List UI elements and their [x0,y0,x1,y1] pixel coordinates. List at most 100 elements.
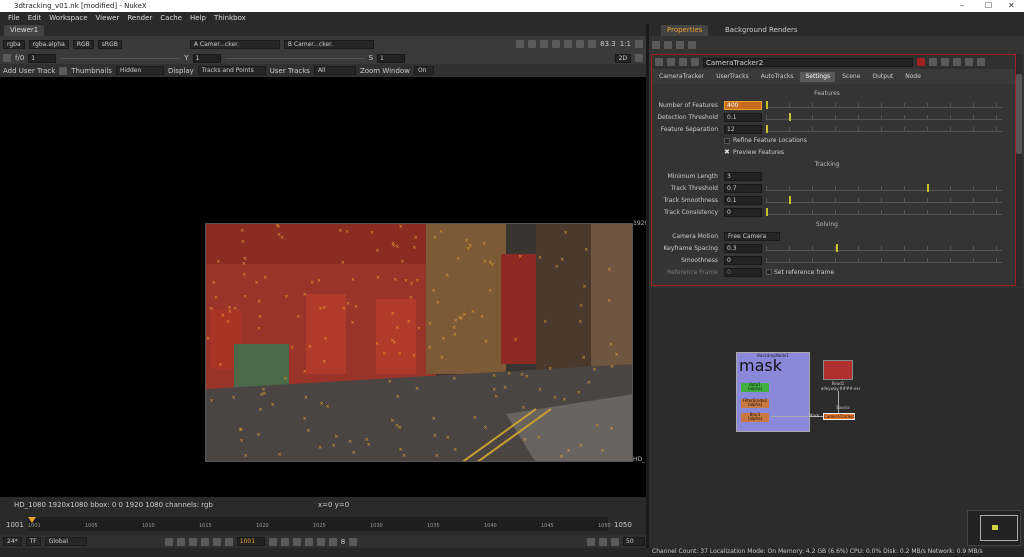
blur-node[interactable]: Blur3 (alpha) [741,413,769,422]
gain-input[interactable]: 1 [28,53,57,63]
keyframe-input[interactable]: 0.3 [724,244,762,253]
tracking-field-slider[interactable] [766,208,1002,216]
tab-cameratracker[interactable]: CameraTracker [654,72,710,82]
tab-autotracks[interactable]: AutoTracks [755,72,799,82]
play-back-icon[interactable] [224,537,233,546]
collapse-icon[interactable] [655,58,663,66]
pause-icon[interactable] [588,40,597,48]
properties-scrollbar[interactable] [1016,54,1022,286]
tracking-field-slider-knob[interactable] [927,184,929,192]
cameratracker-node[interactable]: CameraTracker2 [823,413,857,420]
tab-settings[interactable]: Settings [800,72,836,82]
in-point-icon[interactable] [176,537,185,546]
node-graph-minimap[interactable] [967,510,1021,546]
menu-edit[interactable]: Edit [28,12,42,24]
mask-icon[interactable] [679,58,687,66]
zoom-value[interactable]: 83.3 [600,40,616,48]
roto-node[interactable]: Roto1 (alpha) [741,383,769,392]
tracking-field-input[interactable]: 0.1 [724,196,762,205]
clip-icon[interactable] [528,40,537,48]
tab-background-renders[interactable]: Background Renders [719,25,804,36]
close-icon[interactable]: ✕ [1008,0,1015,12]
redo-icon[interactable] [953,58,961,66]
lock-icon[interactable] [611,537,619,546]
prev-frame-icon[interactable] [212,537,221,546]
feature-field-slider-knob[interactable] [789,113,791,121]
fps-select[interactable]: 24* [3,537,22,546]
tab-node[interactable]: Node [900,72,926,82]
view-mode-select[interactable]: 2D [614,53,631,63]
fit-icon[interactable] [635,40,643,48]
feature-field-slider[interactable] [766,101,1002,109]
next-key-icon[interactable] [292,537,301,546]
menu-workspace[interactable]: Workspace [49,12,87,24]
close-all-icon[interactable] [676,41,684,49]
gamma-input[interactable]: 1 [192,53,221,63]
roi-icon[interactable] [516,40,525,48]
max-panels-icon[interactable] [652,41,660,49]
settings-icon[interactable] [691,58,699,66]
last-frame-icon[interactable] [304,537,313,546]
revert-icon[interactable] [929,58,937,66]
refine-checkbox[interactable] [724,138,730,144]
menu-viewer[interactable]: Viewer [96,12,120,24]
increment-input[interactable]: 50 [623,537,645,546]
input-a-select[interactable]: A Camer...cker. [189,39,280,49]
frame-input[interactable]: 1001 [236,537,265,546]
help-icon[interactable] [667,58,675,66]
color-swatch-icon[interactable] [917,58,925,66]
tracking-field-slider-knob[interactable] [789,196,791,204]
channels-select[interactable]: rgba [3,39,25,49]
input-b-select[interactable]: B Camer...cker. [283,39,374,49]
step-fwd-icon[interactable] [349,537,358,546]
menu-cache[interactable]: Cache [160,12,182,24]
float-icon[interactable] [965,58,973,66]
set-ref-checkbox[interactable] [766,269,772,275]
user-tracks-select[interactable]: All [313,66,356,75]
smoothness-slider[interactable] [766,258,1002,263]
prev-key-icon[interactable] [200,537,209,546]
refresh-icon[interactable] [564,40,573,48]
wipe-icon[interactable] [540,40,549,48]
tracking-field-input[interactable]: 0.7 [724,184,762,193]
alpha-select[interactable]: rgba.alpha [28,39,69,49]
tracking-field-input[interactable]: 3 [724,172,762,181]
step-icon[interactable] [328,537,337,546]
minimap-viewport[interactable] [980,515,1018,541]
tab-scene[interactable]: Scene [837,72,866,82]
feature-field-input[interactable]: 400 [724,101,762,110]
next-frame-icon[interactable] [280,537,289,546]
maximize-icon[interactable]: ☐ [985,0,992,12]
viewer-canvas[interactable]: 1920 HD_ × × × × × × × × × × × × × × × × × × × × × × × × × × × × × × ×… [0,77,648,508]
smoothness-input[interactable]: 0 [724,256,762,265]
scope-select[interactable]: Global [44,537,87,546]
step-value[interactable]: 8 [341,538,345,546]
ratio-value[interactable]: 1:1 [620,40,631,48]
tracking-field-slider-knob[interactable] [766,208,768,216]
feature-field-input[interactable]: 12 [724,125,762,134]
node-graph[interactable]: BackdropNode1 mask Roto1 (alpha) FilterEr… [649,288,1024,548]
preview-checkbox[interactable]: ✖ [724,148,730,156]
snapshot-icon[interactable] [576,40,585,48]
undo-icon[interactable] [941,58,949,66]
menu-thinkbox[interactable]: Thinkbox [214,12,246,24]
keyframe-slider[interactable] [766,244,1002,252]
tab-viewer1[interactable]: Viewer1 [4,25,45,36]
tf-select[interactable]: TF [25,537,41,546]
lut-icon[interactable] [552,40,561,48]
feature-field-slider[interactable] [766,125,1002,133]
playhead-icon[interactable] [28,517,36,523]
render-icon[interactable] [587,537,595,546]
tracking-field-input[interactable]: 0 [724,208,762,217]
timeline[interactable]: 1001 1001 1005 1010 1015 1020 1025 1030 1035 104… [0,513,648,535]
tracking-field-slider[interactable] [766,184,1002,192]
add-user-track-button[interactable]: Add User Track [3,67,55,75]
menu-help[interactable]: Help [190,12,206,24]
loop-icon[interactable] [164,537,173,546]
colorspace-b-select[interactable]: sRGB [97,39,122,49]
out-point-icon[interactable] [316,537,325,546]
play-icon[interactable] [268,537,277,546]
feature-field-input[interactable]: 0.1 [724,113,762,122]
menu-file[interactable]: File [8,12,20,24]
menu-render[interactable]: Render [127,12,152,24]
